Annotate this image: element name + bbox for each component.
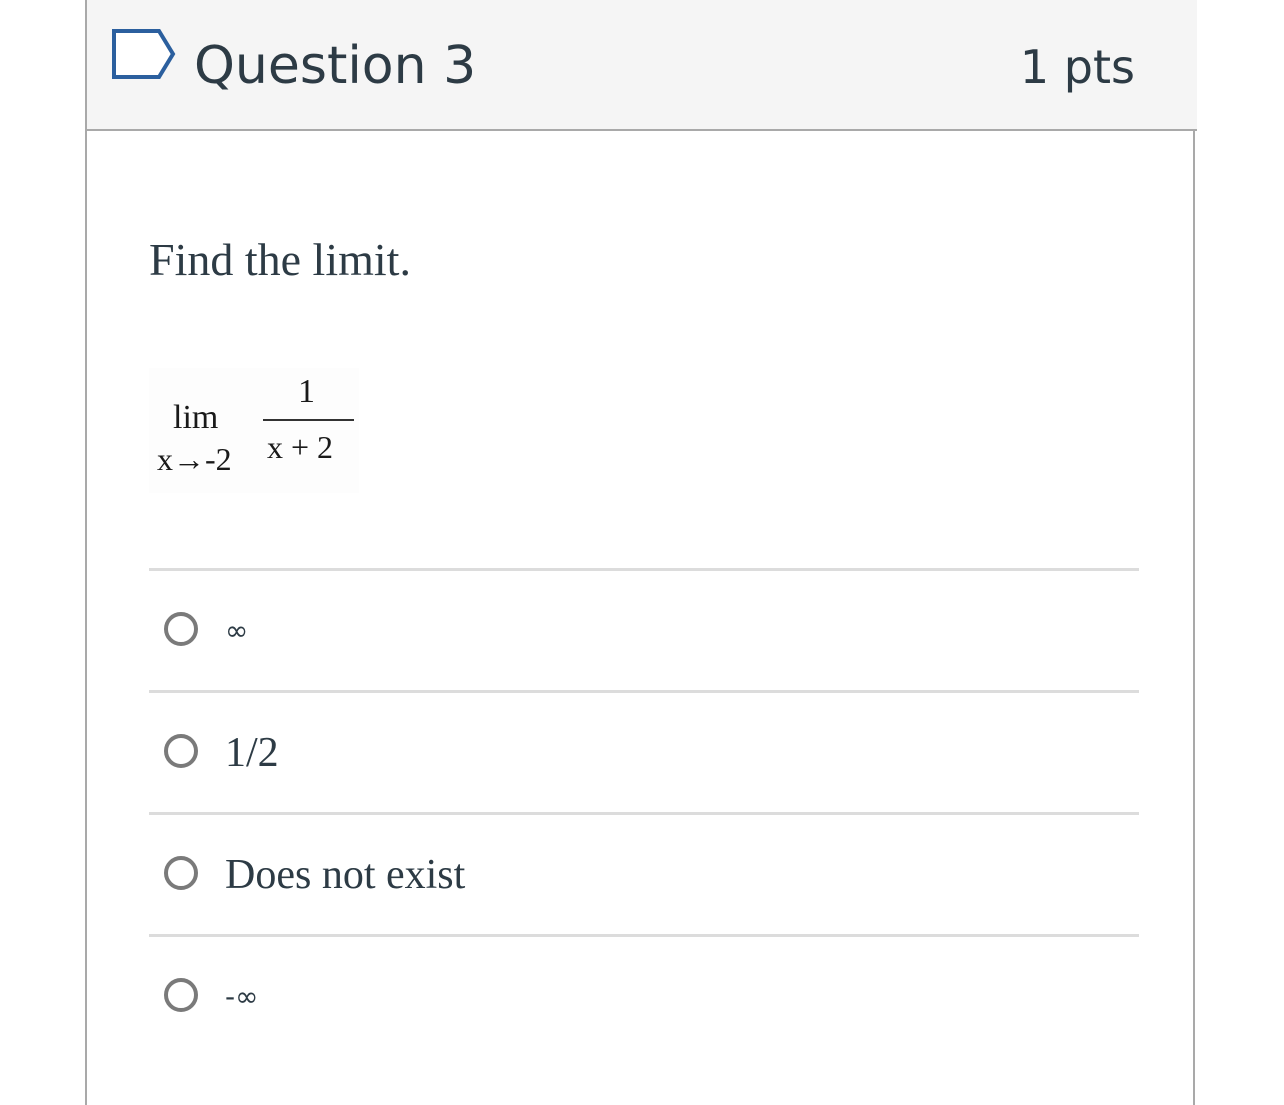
answer-label: -∞ bbox=[225, 980, 259, 1013]
lim-approach: x→-2 bbox=[157, 441, 232, 477]
question-points: 1 pts bbox=[1019, 40, 1135, 94]
fraction-bar bbox=[263, 419, 354, 421]
answer-option-does-not-exist[interactable]: Does not exist bbox=[149, 815, 1139, 934]
answer-option-negative-infinity[interactable]: -∞ bbox=[149, 937, 1139, 1056]
answer-label: ∞ bbox=[225, 614, 249, 647]
radio-button[interactable] bbox=[164, 612, 198, 646]
question-header: Question 3 1 pts bbox=[87, 0, 1197, 131]
radio-button[interactable] bbox=[164, 856, 198, 890]
lim-word: lim bbox=[173, 399, 219, 436]
answer-option-infinity[interactable]: ∞ bbox=[149, 571, 1139, 690]
answer-list: ∞ 1/2 Does not exist -∞ bbox=[149, 568, 1139, 1056]
fraction-numerator: 1 bbox=[298, 373, 315, 410]
answer-option-one-half[interactable]: 1/2 bbox=[149, 693, 1139, 812]
fraction-denominator: x + 2 bbox=[267, 429, 334, 465]
answer-label: Does not exist bbox=[225, 852, 466, 898]
radio-button[interactable] bbox=[164, 734, 198, 768]
question-prompt: Find the limit. bbox=[149, 234, 411, 285]
question-title: Question 3 bbox=[194, 36, 477, 96]
radio-button[interactable] bbox=[164, 978, 198, 1012]
question-card: Question 3 1 pts Find the limit. lim x→-… bbox=[85, 0, 1197, 1105]
answer-label: 1/2 bbox=[225, 730, 279, 776]
limit-expression-image: lim x→-2 1 x + 2 bbox=[149, 368, 359, 493]
flag-question-icon[interactable] bbox=[111, 28, 177, 80]
